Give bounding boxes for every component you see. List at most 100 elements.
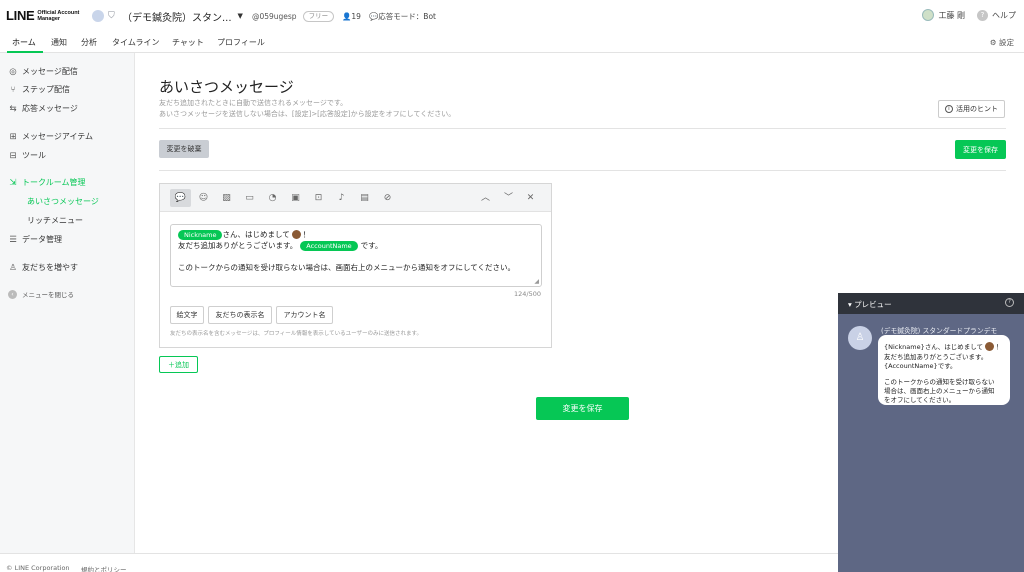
sidebar-item-add-friends[interactable]: ♙ 友だちを増やす (8, 262, 78, 273)
sticker-icon[interactable]: ☺ (193, 189, 214, 207)
add-message-button[interactable]: ＋ 追加 (159, 356, 198, 373)
sidebar-item-data[interactable]: ☰ データ管理 (8, 234, 62, 245)
sidebar-item-label: 応答メッセージ (22, 104, 78, 113)
video-icon[interactable]: ▣ (285, 189, 306, 207)
account-switcher[interactable]: ⛉ （デモ鍼灸院）スタン... ▼ @059ugesp フリー 👤 19 💬 応答モ… (92, 9, 436, 24)
account-avatar (92, 10, 104, 22)
chevron-down-icon[interactable]: ﹀ (498, 189, 519, 207)
preview-bubble: {Nickname}さん、はじめまして！ 友だち追加ありがとうございます。 {A… (878, 335, 1010, 405)
message-text: です。 (360, 241, 383, 250)
talkroom-icon: ⇲ (9, 177, 17, 188)
tab-profile[interactable]: プロフィール (217, 37, 265, 48)
page-description-1: 友だち追加されたときに自動で送信されるメッセージです。 (159, 99, 348, 107)
bear-emoji-icon (985, 341, 995, 351)
add-friend-icon: ♙ (9, 262, 17, 273)
compass-icon[interactable]: ⊘ (377, 189, 398, 207)
close-menu-button[interactable]: ‹ メニューを閉じる (8, 289, 74, 299)
message-editor: 💬 ☺ ▨ ▭ ◔ ▣ ⊡ ♪ ▤ ⊘ ︿ ﹀ ✕ Nickname さん、はじ… (159, 183, 552, 348)
bubble-text: {Nickname}さん、はじめまして (884, 343, 984, 351)
hint-button-label: 活用のヒント (956, 105, 998, 113)
sidebar-item-label: ツール (22, 151, 46, 160)
sidebar-item-tools[interactable]: ⊟ ツール (8, 150, 46, 161)
sidebar-item-message-items[interactable]: ⊞ メッセージアイテム (8, 131, 93, 142)
friend-count: 👤 19 (342, 12, 361, 21)
sidebar-item-broadcast[interactable]: ◎ メッセージ配信 (8, 66, 78, 77)
person-icon: 👤 (342, 11, 352, 21)
bubble-line: をオフにしてください。 (884, 396, 956, 404)
add-button-label: 追加 (175, 360, 189, 369)
friend-name-button[interactable]: 友だちの表示名 (208, 306, 272, 324)
sidebar-item-label: メッセージアイテム (22, 132, 94, 141)
audio-icon[interactable]: ♪ (331, 189, 352, 207)
divider (159, 128, 1006, 129)
page-description-2: あいさつメッセージを送信しない場合は、[設定]>[応答設定]から設定をオフにして… (159, 110, 456, 118)
message-text: 友だち追加ありがとうございます。 (178, 241, 298, 250)
tab-notifications[interactable]: 通知 (51, 37, 67, 48)
richmessage-icon[interactable]: ◔ (262, 189, 283, 207)
message-textarea[interactable]: Nickname さん、はじめまして ！ 友だち追加ありがとうございます。 Ac… (170, 224, 542, 287)
coupon-icon[interactable]: ▭ (239, 189, 260, 207)
chat-bubble-icon: 💬 (368, 11, 379, 21)
tab-chat[interactable]: チャット (172, 37, 204, 48)
settings-link[interactable]: ⚙ 設定 (990, 37, 1014, 48)
preview-header[interactable]: ▾ プレビュー ? (838, 293, 1024, 314)
tab-analytics[interactable]: 分析 (81, 37, 97, 48)
sidebar-item-reply[interactable]: ⇆ 応答メッセージ (8, 103, 78, 114)
message-line-2: 友だち追加ありがとうございます。 AccountName です。 (178, 240, 382, 251)
response-mode[interactable]: 💬 応答モード：Bot (369, 11, 436, 22)
save-changes-button-top[interactable]: 変更を保存 (955, 140, 1006, 159)
tool-icon: ⊟ (9, 150, 17, 161)
emoji-button[interactable]: 絵文字 (170, 306, 204, 324)
sidebar-subitem-richmenu[interactable]: リッチメニュー (27, 215, 83, 226)
account-id: @059ugesp (251, 11, 297, 21)
sidebar-item-talkroom[interactable]: ⇲ トークルーム管理 (8, 177, 85, 188)
gear-icon: ⚙ (989, 38, 999, 47)
message-text: さん、はじめまして (222, 230, 290, 239)
editor-toolbar: 💬 ☺ ▨ ▭ ◔ ▣ ⊡ ♪ ▤ ⊘ ︿ ﹀ ✕ (160, 184, 551, 212)
help-icon[interactable]: ? (977, 9, 988, 21)
database-icon: ☰ (9, 234, 17, 245)
response-mode-label: 応答モード：Bot (378, 11, 436, 21)
bubble-line: {Nickname}さん、はじめまして ！ (884, 341, 1003, 351)
tab-timeline[interactable]: タイムライン (112, 37, 159, 48)
survey-icon[interactable]: ▤ (354, 189, 375, 207)
help-link[interactable]: ヘルプ (992, 10, 1016, 21)
close-icon[interactable]: ✕ (520, 189, 541, 207)
resize-handle-icon[interactable]: ◢ (534, 278, 539, 285)
hint-button[interactable]: i 活用のヒント (938, 100, 1005, 118)
account-name: （デモ鍼灸院）スタン... (122, 12, 232, 24)
tab-home[interactable]: ホーム (12, 37, 36, 48)
policy-link[interactable]: 規約とポリシー (81, 564, 127, 572)
sidebar-subitem-greeting[interactable]: あいさつメッセージ (27, 196, 99, 207)
sidebar-item-label: 友だちを増やす (22, 263, 78, 272)
plan-badge: フリー (302, 10, 335, 22)
save-changes-button-bottom[interactable]: 変更を保存 (536, 397, 629, 420)
text-message-icon[interactable]: 💬 (170, 189, 191, 207)
user-name[interactable]: 工藤 剛 (938, 10, 965, 21)
image-icon[interactable]: ▨ (216, 189, 237, 207)
user-avatar-icon[interactable] (922, 9, 935, 21)
sidebar-item-step[interactable]: ⑂ ステップ配信 (8, 84, 70, 95)
shield-icon: ⛉ (108, 10, 115, 21)
sender-avatar: ♙ (848, 326, 872, 350)
line-logo[interactable]: LINE Official Account Manager (6, 8, 85, 23)
nickname-tag[interactable]: Nickname (178, 229, 223, 240)
sidebar: ◎ メッセージ配信 ⑂ ステップ配信 ⇆ 応答メッセージ ⊞ メッセージアイテム ⊟ ツー… (0, 53, 135, 553)
footer: © LINE Corporation 規約とポリシー (0, 553, 838, 572)
logo-subtext: Official Account Manager (37, 9, 80, 22)
character-counter: 124/500 (513, 290, 541, 298)
bubble-line: {AccountName}です。 (884, 362, 957, 370)
question-icon[interactable]: ? (1005, 298, 1014, 307)
account-name-button[interactable]: アカウント名 (276, 306, 333, 324)
logo-text: LINE (6, 8, 35, 23)
card-icon[interactable]: ⊡ (308, 189, 329, 207)
account-name-tag[interactable]: AccountName (300, 240, 358, 251)
sidebar-item-label: ステップ配信 (22, 85, 70, 94)
plus-icon: ＋ (168, 360, 175, 369)
chevron-up-icon[interactable]: ︿ (475, 189, 496, 207)
message-line-1: Nickname さん、はじめまして ！ (178, 229, 310, 240)
sidebar-item-label: メッセージ配信 (22, 67, 78, 76)
reply-icon: ⇆ (9, 103, 17, 114)
discard-changes-button[interactable]: 変更を破棄 (159, 140, 209, 158)
preview-panel: ▾ プレビュー ? ♙ (デモ鍼灸院) スタンダードプランデモ {Nicknam… (838, 293, 1024, 572)
